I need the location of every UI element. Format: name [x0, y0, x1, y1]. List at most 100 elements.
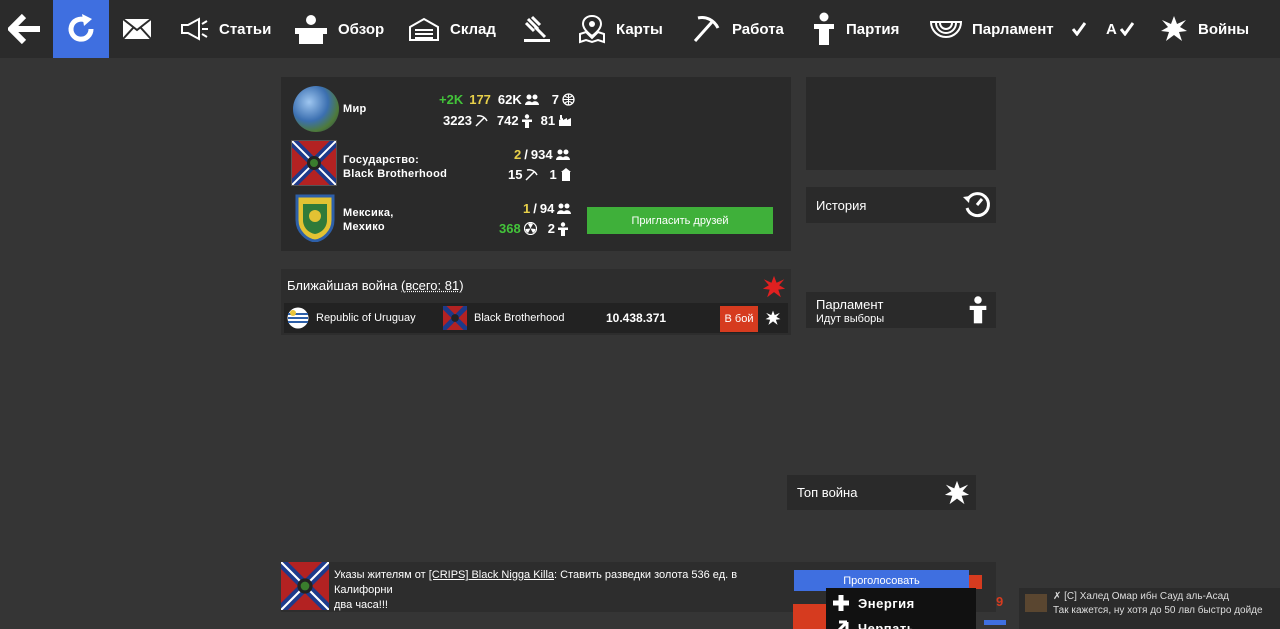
refresh-button[interactable] [53, 0, 109, 58]
region-title-line2: Мехико [343, 221, 385, 233]
pickaxe-icon [693, 16, 720, 43]
people-icon [555, 149, 570, 160]
world-workers: 3223 [443, 113, 472, 128]
envelope-icon [122, 18, 152, 40]
state-title[interactable]: Государство: Black Brotherhood [343, 153, 447, 181]
podium-person-icon [295, 15, 327, 44]
factory-icon [559, 114, 572, 126]
plus-icon [833, 595, 849, 611]
chat-preview[interactable]: ✗ [С] Халед Омар ибн Сауд аль-Асад Так к… [1019, 588, 1280, 629]
world-population: 62K [497, 92, 522, 107]
nav-articles-label: Статьи [219, 20, 272, 38]
building-icon [560, 168, 571, 181]
back-button[interactable] [8, 0, 44, 58]
war-defender[interactable]: Black Brotherhood [443, 303, 565, 333]
arrow-icon [837, 620, 849, 629]
globe-icon [562, 93, 575, 106]
decree-prefix: Указы жителям от [334, 569, 429, 581]
parliament-link[interactable]: Парламент Идут выборы [806, 292, 996, 328]
red-explosion-icon [762, 275, 786, 298]
nav-party[interactable]: Партия [812, 0, 899, 58]
nav-articles[interactable]: Статьи [179, 0, 271, 58]
region-coat-avatar[interactable] [295, 194, 335, 243]
speaker-person-icon [521, 113, 532, 128]
resource-dropdown: Энергия Черпать [826, 588, 976, 629]
nav-work[interactable]: Работа [692, 0, 784, 58]
checkmark-icon [1072, 22, 1086, 36]
nav-wars[interactable]: Войны [1160, 0, 1249, 58]
war-row[interactable]: Republic of Uruguay Black Brotherhood 10… [284, 303, 788, 333]
nav-overview[interactable]: Обзор [294, 0, 384, 58]
nav-language-label: A [1106, 20, 1117, 38]
war-header-label: Ближайшая война [287, 278, 398, 293]
nearest-war-panel: Ближайшая война (всего: 81) Republic of … [281, 269, 791, 335]
region-population: 94 [539, 201, 555, 216]
state-online: 2 [514, 147, 522, 162]
stats-panel: Мир +2K 177 62K 7 3223 742 81 Государств… [281, 77, 791, 251]
nav-storage-label: Склад [450, 20, 496, 38]
state-workers: 15 [508, 167, 523, 182]
world-factories: 81 [540, 113, 556, 128]
state-stat-top: 2 / 934 [514, 147, 570, 162]
history-clock-icon [963, 192, 990, 218]
map-pin-icon [579, 14, 605, 44]
crossed-flag-icon [443, 306, 467, 330]
nav-parliament[interactable]: Парламент [930, 0, 1054, 58]
nav-elections[interactable] [1072, 0, 1086, 58]
dropdown-energy-label: Энергия [858, 595, 915, 611]
dropdown-second[interactable]: Черпать [832, 619, 915, 629]
world-delta: +2K [439, 92, 464, 107]
nav-wars-label: Войны [1198, 20, 1250, 38]
red-action-button[interactable] [793, 604, 828, 629]
pickaxe-icon [525, 169, 539, 181]
dropdown-energy[interactable]: Энергия [832, 594, 915, 612]
nav-overview-label: Обзор [338, 20, 385, 38]
nav-work-label: Работа [732, 20, 784, 38]
war-total-count[interactable]: (всего: 81) [401, 278, 464, 293]
radiation-icon [523, 222, 537, 235]
decree-author-link[interactable]: [CRIPS] Black Nigga Killa [429, 569, 554, 581]
nav-language[interactable]: A [1106, 0, 1134, 58]
blue-counter [984, 620, 1006, 625]
speaker-person-icon [557, 221, 568, 236]
top-war-link[interactable]: Топ война [787, 475, 976, 510]
region-stat-bottom: 368 2 [499, 221, 568, 236]
state-flag-avatar[interactable] [288, 137, 340, 189]
war-attacker-name: Republic of Uruguay [316, 312, 416, 324]
messages-button[interactable] [122, 0, 152, 58]
decree-text: Указы жителям от [CRIPS] Black Nigga Kil… [334, 568, 794, 613]
red-counter: 9 [996, 594, 1004, 609]
state-stat-bottom: 15 1 [508, 167, 572, 182]
invite-friends-button[interactable]: Пригласить друзей [587, 207, 773, 234]
world-online: 177 [469, 92, 491, 107]
war-header[interactable]: Ближайшая война (всего: 81) [287, 278, 464, 293]
history-link[interactable]: История [806, 187, 996, 223]
parliament-icon [930, 21, 962, 38]
world-title[interactable]: Мир [343, 102, 367, 116]
explosion-icon[interactable] [765, 310, 781, 326]
speaker-person-icon [814, 12, 834, 45]
nav-storage[interactable]: Склад [408, 0, 496, 58]
state-title-line2: Black Brotherhood [343, 168, 448, 180]
coat-of-arms-icon [295, 194, 335, 243]
globe-avatar[interactable] [293, 86, 339, 132]
decree-author-avatar[interactable] [281, 562, 329, 610]
nav-auction[interactable] [522, 0, 552, 58]
fight-button[interactable]: В бой [720, 306, 758, 332]
region-slash: / [533, 201, 537, 216]
war-defender-name: Black Brotherhood [474, 312, 565, 324]
explosion-icon [1161, 16, 1187, 41]
dropdown-second-label: Черпать [858, 620, 916, 629]
warehouse-icon [409, 17, 439, 41]
war-attacker[interactable]: Republic of Uruguay [287, 303, 416, 333]
nav-parliament-label: Парламент [972, 20, 1054, 38]
checkmark-icon [1119, 22, 1134, 36]
region-title[interactable]: Мексика, Мехико [343, 206, 394, 234]
crossed-flag-icon [288, 137, 340, 189]
nav-maps-label: Карты [616, 20, 663, 38]
chat-author-avatar[interactable] [1025, 594, 1047, 612]
people-icon [524, 94, 539, 105]
nav-maps[interactable]: Карты [578, 0, 663, 58]
refresh-icon [68, 14, 94, 42]
side-blank-panel [806, 77, 996, 170]
